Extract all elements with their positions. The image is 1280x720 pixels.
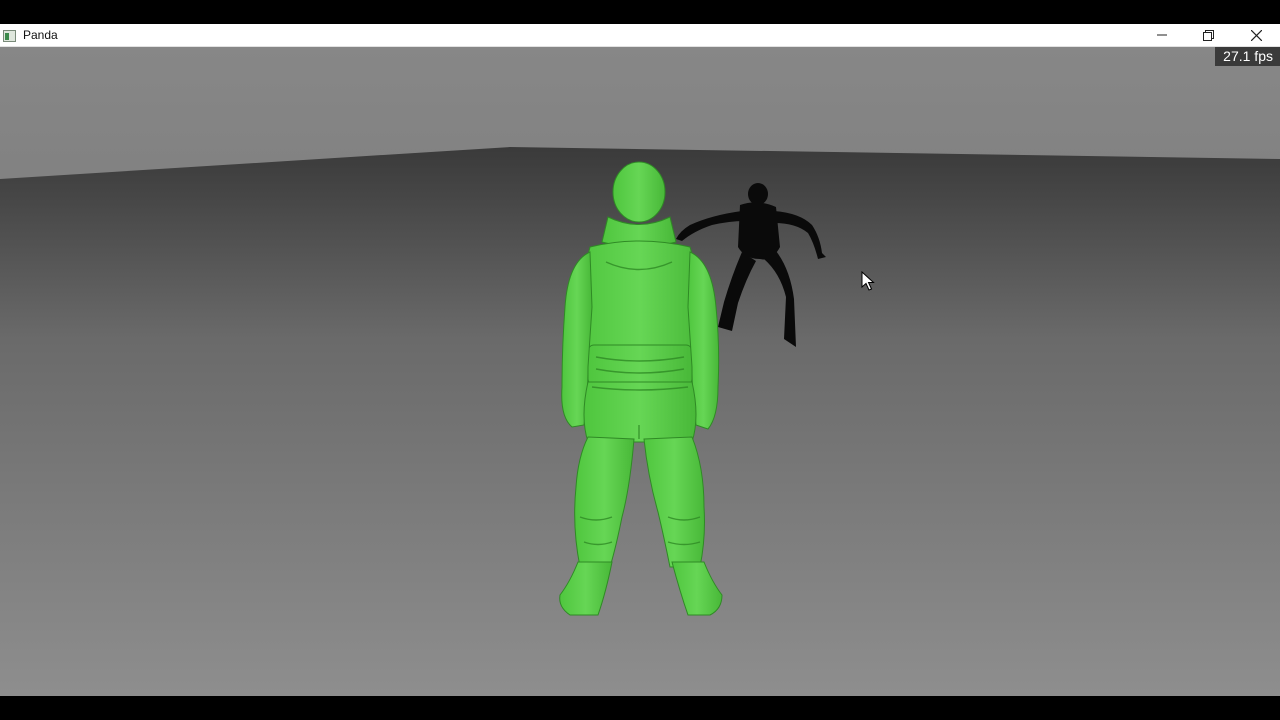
letterbox-bottom bbox=[0, 696, 1280, 720]
3d-viewport[interactable]: 27.1 fps bbox=[0, 47, 1280, 696]
panda-app-icon bbox=[3, 29, 16, 42]
mouse-pointer-icon bbox=[861, 271, 875, 291]
window-title: Panda bbox=[23, 28, 58, 42]
minimize-icon bbox=[1157, 34, 1167, 36]
close-button[interactable] bbox=[1233, 24, 1279, 46]
restore-button[interactable] bbox=[1185, 24, 1231, 46]
scene-canvas bbox=[0, 47, 1280, 696]
window-titlebar[interactable]: Panda bbox=[0, 24, 1280, 47]
restore-icon bbox=[1202, 29, 1214, 41]
minimize-button[interactable] bbox=[1139, 24, 1185, 46]
fps-counter: 27.1 fps bbox=[1215, 47, 1280, 66]
close-icon bbox=[1250, 29, 1262, 41]
letterbox-top bbox=[0, 0, 1280, 24]
